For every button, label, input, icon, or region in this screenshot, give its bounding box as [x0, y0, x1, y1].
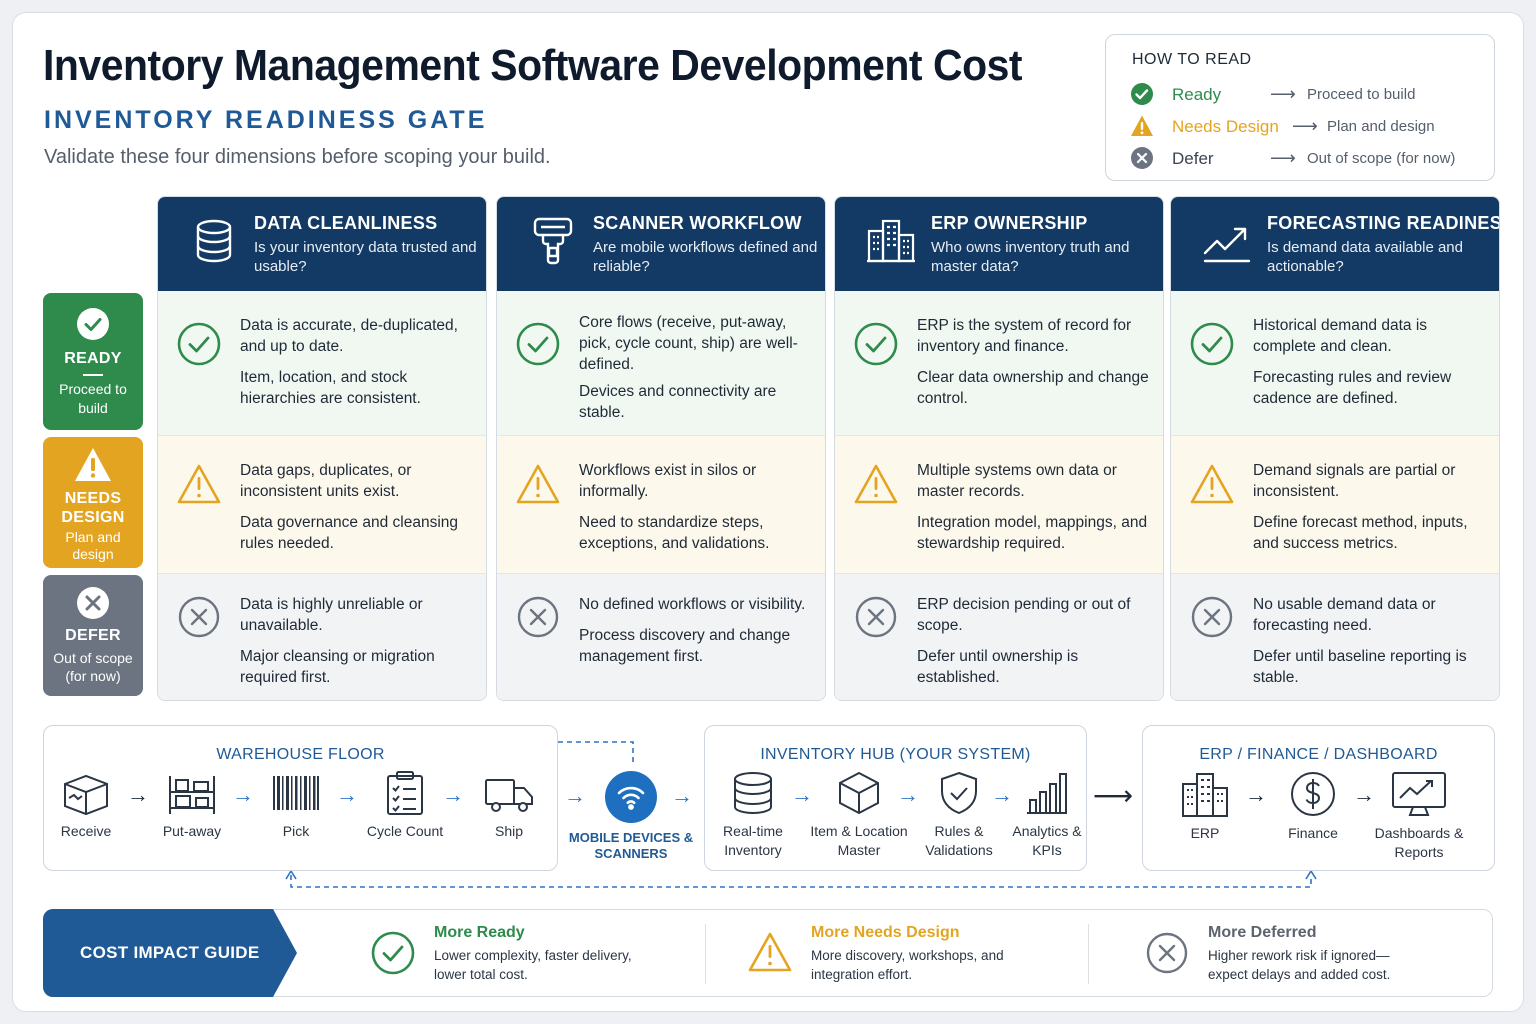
flow-step-analytics-kpis: Analytics & KPIs [1005, 770, 1089, 860]
bar-chart-icon [1027, 773, 1067, 814]
building-icon [1182, 773, 1228, 817]
dollar-circle-icon [1291, 772, 1335, 816]
arrow-right-icon: → [671, 783, 693, 808]
step-label: Put-away [162, 823, 222, 839]
step-label: Dashboards & Reports [1374, 825, 1464, 860]
step-label: Receive [60, 823, 112, 839]
flow-step-dashboards-reports: Dashboards & Reports [1373, 770, 1465, 862]
shelving-icon [169, 776, 215, 814]
cost-item-desc: Lower complexity, faster delivery, lower… [434, 948, 632, 982]
cube-icon [839, 771, 879, 815]
flow-step-put-away: Put-away [152, 772, 232, 841]
step-label: Pick [282, 823, 310, 839]
arrow-right-icon: → [1245, 782, 1267, 807]
wifi-icon [617, 786, 645, 810]
arrow-right-icon: → [127, 782, 149, 807]
cost-item-desc: Higher rework risk if ignored—expect del… [1208, 948, 1391, 982]
x-circle-icon [1146, 932, 1188, 974]
database-icon [734, 772, 772, 815]
flow-step-rules-validations: Rules & Validations [917, 770, 1001, 860]
cost-item-title: More Ready [434, 924, 525, 941]
warning-triangle-icon [748, 932, 792, 972]
cost-impact-tag: COST IMPACT GUIDE [43, 909, 297, 997]
flow-inventory-hub: INVENTORY HUB (YOUR SYSTEM) Real-time In… [704, 725, 1087, 871]
arrow-right-icon: → [442, 782, 464, 807]
box-icon [64, 774, 108, 816]
arrow-right-icon: → [232, 782, 254, 807]
step-label: Real-time Inventory [723, 823, 783, 858]
check-circle-icon [371, 931, 415, 975]
step-label: ERP [1190, 825, 1220, 841]
cost-impact-guide: COST IMPACT GUIDE More Ready Lower compl… [43, 909, 1493, 997]
divider [705, 924, 706, 984]
mobile-devices-label: MOBILE DEVICES & SCANNERS [568, 830, 694, 861]
flow-erp-finance-dashboard: ERP / FINANCE / DASHBOARD ERP → Finance … [1142, 725, 1495, 871]
step-label: Cycle Count [366, 823, 444, 839]
flow-step-item-location-master: Item & Location Master [807, 770, 911, 860]
flow-title: ERP / FINANCE / DASHBOARD [1199, 746, 1438, 763]
step-label: Rules & Validations [925, 823, 993, 858]
barcode-icon [273, 776, 319, 810]
flow-step-real-time-inventory: Real-time Inventory [711, 770, 795, 860]
flow-warehouse-floor: WAREHOUSE FLOOR Receive → Put-away → Pic… [43, 725, 558, 871]
divider [1088, 924, 1089, 984]
clipboard-checklist-icon [387, 771, 423, 815]
flow-step-erp: ERP [1165, 770, 1245, 843]
step-label: Item & Location Master [810, 823, 908, 858]
arrow-right-icon: → [336, 782, 358, 807]
truck-icon [485, 779, 533, 812]
arrow-right-icon: → [1353, 782, 1375, 807]
flow-title: WAREHOUSE FLOOR [216, 746, 385, 763]
shield-check-icon [941, 771, 977, 815]
step-label: Ship [494, 823, 524, 839]
infographic-page: Inventory Management Software Developmen… [12, 12, 1524, 1012]
arrow-right-icon: → [897, 782, 919, 807]
mobile-devices-node [605, 771, 657, 823]
cost-item-desc: More discovery, workshops, and integrati… [811, 948, 1004, 982]
arrow-right-icon: → [564, 783, 586, 808]
cost-item-title: More Needs Design [811, 924, 960, 941]
flow-title: INVENTORY HUB (YOUR SYSTEM) [760, 746, 1031, 763]
flow-step-receive: Receive [48, 772, 124, 841]
flow-step-cycle-count: Cycle Count [360, 770, 450, 841]
arrow-right-icon: ⟶ [1093, 780, 1134, 811]
flow-step-finance: Finance [1273, 770, 1353, 843]
step-label: Finance [1288, 825, 1338, 841]
monitor-chart-icon [1392, 772, 1446, 816]
cost-tag-label: COST IMPACT GUIDE [80, 943, 260, 962]
step-label: Analytics & KPIs [1012, 823, 1082, 858]
flow-step-ship: Ship [476, 772, 542, 841]
flow-step-pick: Pick [260, 772, 332, 841]
cost-item-title: More Deferred [1208, 924, 1317, 941]
